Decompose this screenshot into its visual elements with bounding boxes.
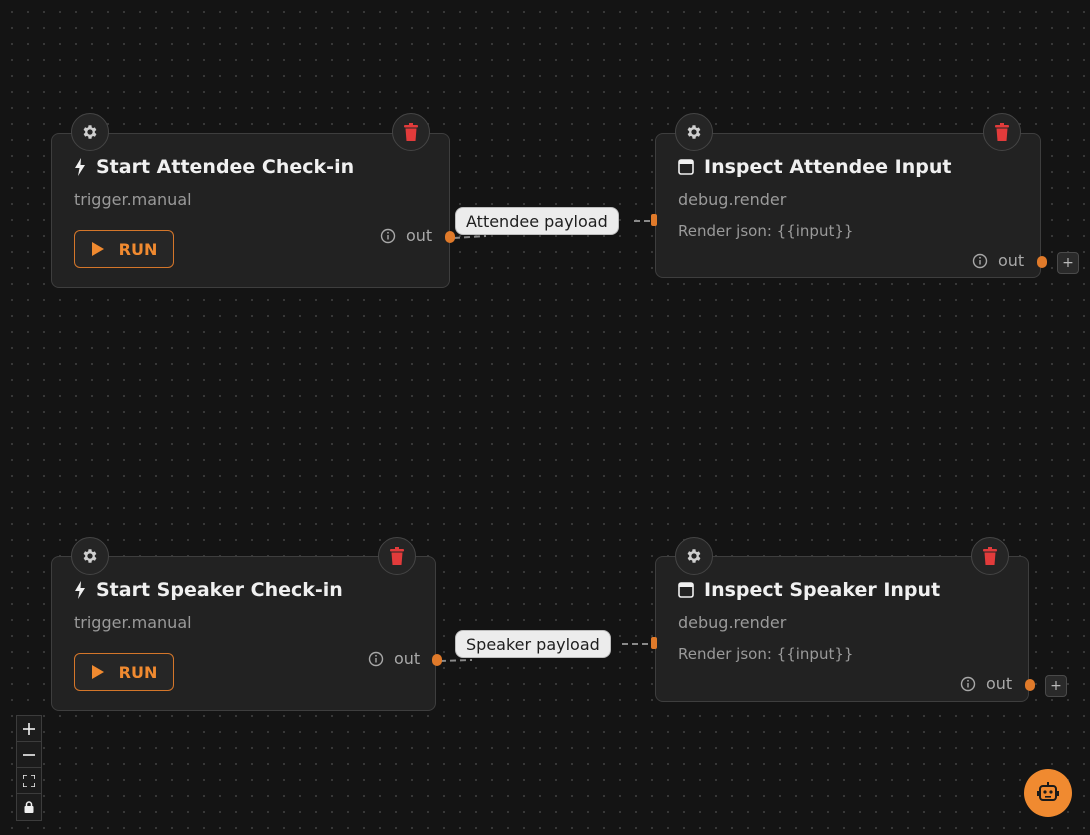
- output-handle-label: out: [972, 251, 1024, 270]
- fit-view-button[interactable]: [17, 768, 41, 794]
- node-title: Inspect Attendee Input: [704, 156, 952, 178]
- node-inspect-attendee-input[interactable]: Inspect Attendee Input debug.render Rend…: [655, 133, 1041, 278]
- canvas-controls: [16, 715, 42, 821]
- output-port[interactable]: [432, 654, 442, 666]
- delete-button[interactable]: [971, 537, 1009, 575]
- settings-button[interactable]: [71, 113, 109, 151]
- zoom-out-button[interactable]: [17, 742, 41, 768]
- node-title-row: Start Attendee Check-in: [74, 156, 354, 178]
- trash-icon: [404, 123, 418, 141]
- node-config-summary: Render json: {{input}}: [678, 645, 854, 663]
- node-title: Inspect Speaker Input: [704, 579, 941, 601]
- zoom-in-button[interactable]: [17, 716, 41, 742]
- node-type: trigger.manual: [74, 190, 192, 209]
- trash-icon: [983, 547, 997, 565]
- output-handle-label: out: [368, 649, 420, 668]
- output-handle-label: out: [380, 226, 432, 245]
- node-title-row: Start Speaker Check-in: [74, 579, 343, 601]
- node-start-speaker-checkin[interactable]: Start Speaker Check-in trigger.manual RU…: [51, 556, 436, 711]
- run-button-label: RUN: [118, 662, 158, 682]
- info-icon[interactable]: [368, 651, 384, 667]
- delete-button[interactable]: [983, 113, 1021, 151]
- delete-button[interactable]: [378, 537, 416, 575]
- out-label: out: [998, 251, 1025, 270]
- lock-icon: [24, 801, 34, 813]
- output-handle-label: out: [960, 674, 1012, 693]
- fit-view-icon: [23, 774, 35, 787]
- info-icon[interactable]: [960, 676, 976, 692]
- info-icon[interactable]: [972, 253, 988, 269]
- node-title-row: Inspect Speaker Input: [678, 579, 940, 601]
- edge-line-speaker: [439, 659, 473, 662]
- run-button[interactable]: RUN: [74, 230, 174, 268]
- workflow-canvas[interactable]: Start Attendee Check-in trigger.manual R…: [0, 0, 1090, 835]
- gear-icon: [687, 549, 701, 563]
- trash-icon: [390, 547, 404, 565]
- add-node-button[interactable]: +: [1057, 252, 1079, 274]
- node-title: Start Speaker Check-in: [96, 579, 343, 601]
- node-title-row: Inspect Attendee Input: [678, 156, 951, 178]
- add-node-label: +: [1050, 678, 1062, 694]
- minus-icon: [23, 753, 35, 756]
- window-icon: [678, 159, 694, 175]
- edge-line-attendee: [453, 235, 487, 239]
- info-icon[interactable]: [380, 228, 396, 244]
- node-inspect-speaker-input[interactable]: Inspect Speaker Input debug.render Rende…: [655, 556, 1029, 702]
- node-type: trigger.manual: [74, 613, 192, 632]
- node-config-summary: Render json: {{input}}: [678, 222, 854, 240]
- node-type: debug.render: [678, 613, 787, 632]
- run-button-label: RUN: [118, 239, 158, 259]
- robot-icon: [1037, 782, 1059, 801]
- edge-label-attendee[interactable]: Attendee payload: [455, 207, 619, 235]
- settings-button[interactable]: [675, 537, 713, 575]
- node-type: debug.render: [678, 190, 787, 209]
- edge-label-speaker[interactable]: Speaker payload: [455, 630, 611, 658]
- window-icon: [678, 582, 694, 598]
- output-port[interactable]: [1037, 256, 1047, 268]
- play-icon: [91, 665, 104, 679]
- lock-button[interactable]: [17, 794, 41, 820]
- out-label: out: [986, 674, 1013, 693]
- out-label: out: [394, 649, 421, 668]
- out-label: out: [406, 226, 433, 245]
- settings-button[interactable]: [71, 537, 109, 575]
- input-port[interactable]: [651, 637, 657, 649]
- node-start-attendee-checkin[interactable]: Start Attendee Check-in trigger.manual R…: [51, 133, 450, 288]
- bolt-icon: [75, 158, 85, 176]
- add-node-label: +: [1062, 255, 1074, 271]
- settings-button[interactable]: [675, 113, 713, 151]
- run-button[interactable]: RUN: [74, 653, 174, 691]
- input-port[interactable]: [651, 214, 657, 226]
- delete-button[interactable]: [392, 113, 430, 151]
- output-port[interactable]: [445, 231, 455, 243]
- play-icon: [91, 242, 104, 256]
- gear-icon: [83, 549, 97, 563]
- assistant-button[interactable]: [1024, 769, 1072, 817]
- bolt-icon: [75, 581, 85, 599]
- gear-icon: [83, 125, 97, 139]
- gear-icon: [687, 125, 701, 139]
- node-title: Start Attendee Check-in: [96, 156, 355, 178]
- add-node-button[interactable]: +: [1045, 675, 1067, 697]
- trash-icon: [995, 123, 1009, 141]
- output-port[interactable]: [1025, 679, 1035, 691]
- plus-icon: [23, 722, 35, 735]
